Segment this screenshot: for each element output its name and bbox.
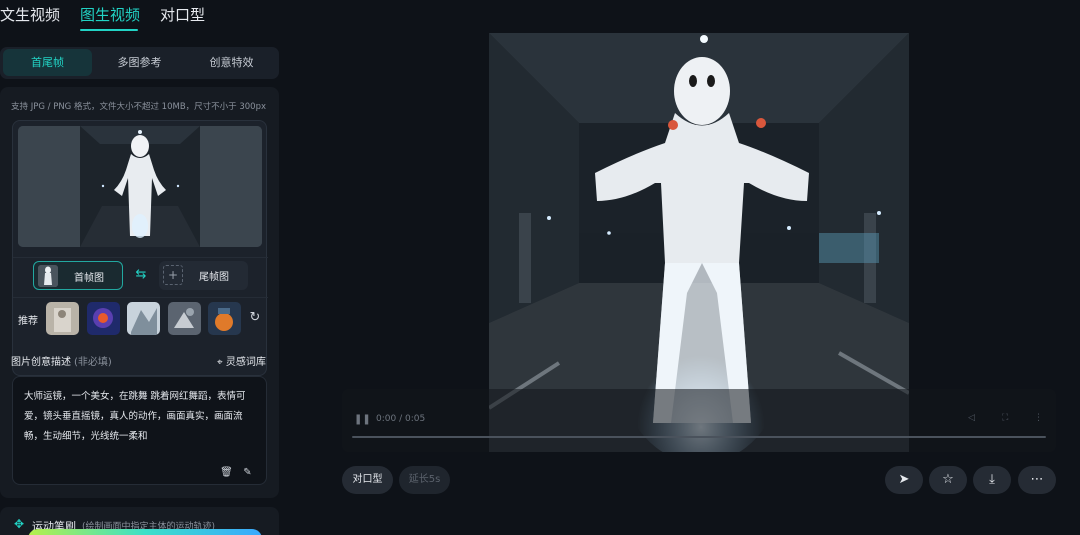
last-frame-button[interactable]: + 尾帧图 — [159, 261, 248, 290]
recommend-label: 推荐 — [18, 316, 38, 327]
last-frame-label: 尾帧图 — [199, 272, 229, 283]
inspiration-library-label: 灵感词库 — [225, 357, 266, 368]
time-display: 0:00 / 0:05 — [376, 414, 426, 424]
send-icon[interactable]: ➤ — [885, 466, 923, 494]
location-pin-icon: ⌖ — [217, 357, 223, 368]
subtab-creative-effects[interactable]: 创意特效 — [187, 49, 276, 76]
add-icon: + — [163, 265, 183, 285]
preview-image — [18, 126, 262, 247]
image-panel: 支持 JPG / PNG 格式，文件大小不超过 10MB，尺寸不小于 300px — [0, 87, 279, 498]
volume-icon[interactable]: ◁ — [968, 413, 975, 423]
subtab-multi-image[interactable]: 多图参考 — [95, 49, 184, 76]
tab-lip-sync[interactable]: 对口型 — [160, 4, 205, 25]
star-icon[interactable]: ☆ — [929, 466, 967, 494]
description-label: 图片创意描述 (非必填) — [11, 357, 112, 368]
tab-text-to-video[interactable]: 文生视频 — [0, 4, 60, 25]
player-controls: ❚❚ 0:00 / 0:05 ◁ ⛶ ⋮ — [342, 389, 1056, 452]
progress-bar[interactable] — [352, 436, 1046, 438]
optional-tag: (非必填) — [74, 357, 112, 368]
extend-button[interactable]: 延长5s — [399, 466, 450, 494]
recommend-row: 推荐 ↻ — [13, 297, 268, 337]
upload-hint: 支持 JPG / PNG 格式，文件大小不超过 10MB，尺寸不小于 300px — [11, 102, 266, 112]
subtab-first-last-frame[interactable]: 首尾帧 — [3, 49, 92, 76]
download-icon[interactable]: ⤓ — [973, 466, 1011, 494]
first-frame-label: 首帧图 — [74, 273, 104, 284]
uploaded-image-preview[interactable] — [18, 126, 262, 247]
recommend-thumb[interactable] — [168, 302, 201, 335]
top-tabs: 文生视频 图生视频 对口型 — [0, 0, 280, 36]
more-icon[interactable]: ⋯ — [1018, 466, 1056, 494]
generate-button[interactable] — [28, 529, 262, 535]
description-textarea[interactable]: 大师运镜，一个美女，在跳舞 跳着网红舞蹈，表情可爱，镜头垂直摇镜，真人的动作，画… — [12, 376, 267, 485]
active-tab-underline — [80, 29, 138, 31]
more-options-icon[interactable]: ⋮ — [1034, 413, 1043, 423]
description-text: 大师运镜，一个美女，在跳舞 跳着网红舞蹈，表情可爱，镜头垂直摇镜，真人的动作，画… — [24, 391, 246, 442]
swap-icon[interactable]: ⇆ — [133, 267, 149, 283]
first-frame-thumbnail — [38, 265, 58, 287]
tab-image-to-video[interactable]: 图生视频 — [80, 4, 140, 25]
upload-card: 首帧图 ⇆ + 尾帧图 推荐 ↻ — [12, 120, 268, 376]
sub-tabs: 首尾帧 多图参考 创意特效 — [0, 47, 279, 79]
lip-sync-button[interactable]: 对口型 — [342, 466, 393, 494]
recommend-thumb[interactable] — [127, 302, 160, 335]
pause-icon[interactable]: ❚❚ — [354, 414, 371, 425]
motion-brush-icon: ✥ — [13, 517, 25, 531]
delete-icon[interactable]: 🗑 — [220, 466, 233, 479]
first-frame-button[interactable]: 首帧图 — [33, 261, 123, 290]
edit-icon[interactable]: ✎ — [241, 466, 254, 479]
refresh-icon[interactable]: ↻ — [247, 310, 263, 326]
recommend-thumb[interactable] — [208, 302, 241, 335]
recommend-thumb[interactable] — [87, 302, 120, 335]
frame-selector: 首帧图 ⇆ + 尾帧图 — [13, 257, 268, 293]
inspiration-library-link[interactable]: ⌖ 灵感词库 — [217, 353, 266, 368]
recommend-thumb[interactable] — [46, 302, 79, 335]
fullscreen-icon[interactable]: ⛶ — [1002, 413, 1008, 423]
